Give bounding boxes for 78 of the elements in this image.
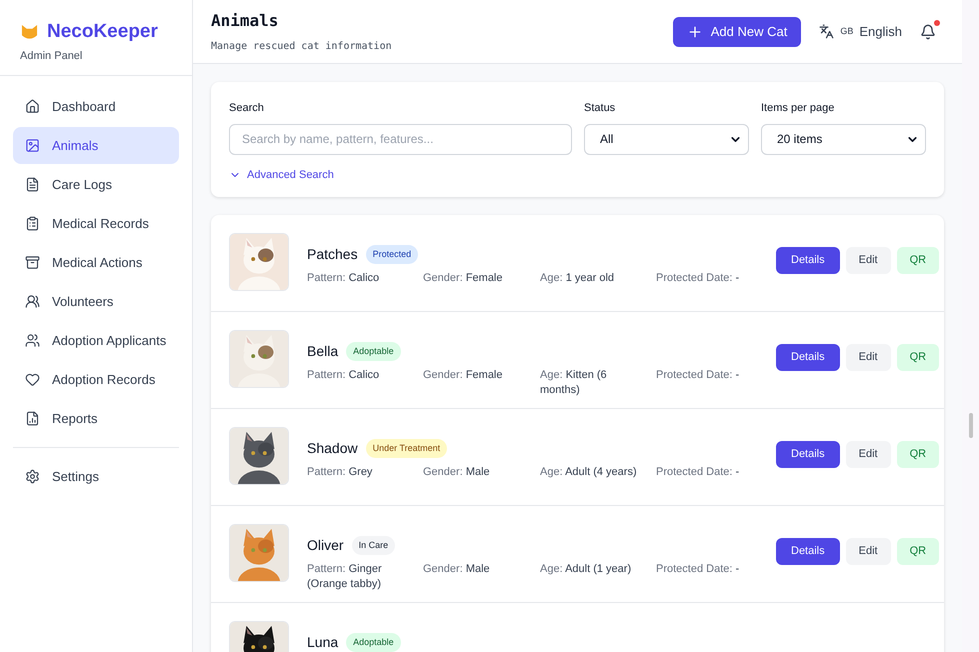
plus-icon — [686, 24, 703, 40]
select-field[interactable]: 20 items — [761, 124, 926, 154]
field-value: Pattern: Grey — [307, 466, 372, 478]
sidebar-item[interactable]: Adoption Applicants — [13, 322, 179, 359]
qr-button[interactable]: QR — [896, 247, 940, 274]
sidebar-item[interactable]: Volunteers — [13, 283, 179, 320]
home-icon — [25, 99, 40, 114]
image-icon — [25, 138, 40, 153]
sidebar-item[interactable]: Dashboard — [13, 88, 179, 125]
chart-file-icon — [25, 411, 40, 426]
sidebar-item[interactable]: Adoption Records — [13, 361, 179, 398]
sidebar-item[interactable]: Reports — [13, 400, 179, 437]
field-value: Gender: Female — [423, 272, 502, 284]
sidebar-item[interactable]: Medical Records — [13, 205, 179, 242]
field-label: Items per page — [761, 101, 836, 116]
select-field[interactable]: All — [584, 124, 749, 154]
field-value: Protected Date: - — [656, 369, 740, 381]
document-icon — [25, 177, 40, 192]
brand-name: NecoKeeper — [47, 20, 158, 44]
details-button[interactable]: Details — [776, 538, 840, 565]
brand-subtitle: Admin Panel — [20, 48, 84, 64]
edit-button[interactable]: Edit — [846, 344, 891, 371]
qr-button[interactable]: QR — [896, 538, 940, 565]
heart-icon — [25, 372, 40, 387]
clipboard-icon — [25, 216, 40, 231]
sidebar-item[interactable]: Animals — [13, 127, 179, 164]
page-subtitle: Manage rescued cat information — [211, 40, 392, 54]
field-value: Pattern: Ginger (Orange tabby) — [307, 563, 382, 590]
cat-name: Bella — [307, 342, 338, 361]
edit-button[interactable]: Edit — [846, 538, 891, 565]
cat-icon — [20, 24, 39, 41]
field-value: Protected Date: - — [656, 272, 740, 284]
field-value: Age: Adult (4 years) — [540, 466, 637, 478]
details-button[interactable]: Details — [776, 441, 840, 468]
cat-name: Shadow — [307, 439, 358, 458]
language-label: English — [859, 22, 902, 41]
flag-code: GB — [840, 24, 854, 38]
field-value: Protected Date: - — [656, 563, 740, 575]
field-value: Age: Adult (1 year) — [540, 563, 632, 575]
archive-icon — [25, 255, 40, 270]
details-button[interactable]: Details — [776, 344, 840, 371]
sidebar-item[interactable]: Medical Actions — [13, 244, 179, 281]
field-value: Age: Kitten (6 months) — [540, 369, 607, 396]
people-icon — [25, 294, 40, 309]
field-value: Gender: Female — [423, 369, 502, 381]
status-badge: Adoptable — [346, 632, 401, 652]
edit-button[interactable]: Edit — [846, 247, 891, 274]
cat-name: Luna — [307, 633, 338, 652]
field-value: Gender: Male — [423, 563, 490, 575]
group-icon — [25, 333, 40, 348]
details-button[interactable]: Details — [776, 247, 840, 274]
qr-button[interactable]: QR — [896, 441, 940, 468]
scrollbar-thumb[interactable] — [968, 413, 972, 438]
qr-button[interactable]: QR — [896, 344, 940, 371]
cat-name: Oliver — [307, 536, 344, 555]
edit-button[interactable]: Edit — [846, 441, 891, 468]
status-badge: Under Treatment — [366, 438, 448, 458]
settings-icon — [25, 469, 40, 484]
sidebar-item[interactable]: Care Logs — [13, 166, 179, 203]
add-cat-button[interactable]: Add New Cat — [672, 16, 802, 46]
field-value: Gender: Male — [423, 466, 490, 478]
status-badge: In Care — [352, 536, 396, 556]
field-value: Protected Date: - — [656, 466, 740, 478]
bell-icon — [920, 24, 936, 40]
language-button[interactable]: GB English — [819, 22, 902, 42]
field-value: Pattern: Calico — [307, 369, 380, 381]
field-value: Pattern: Calico — [307, 272, 380, 284]
field-label: Search — [229, 101, 265, 116]
cat-name: Patches — [307, 245, 358, 264]
advanced-search-link[interactable]: Advanced Search — [229, 166, 334, 183]
field-value: Age: 1 year old — [540, 272, 614, 284]
translate-icon — [819, 24, 834, 39]
status-badge: Protected — [366, 244, 418, 264]
search-field[interactable]: Search by name, pattern, features... — [229, 124, 572, 154]
status-badge: Adoptable — [346, 342, 401, 362]
field-label: Status — [584, 101, 616, 116]
sidebar-item[interactable]: Settings — [13, 458, 179, 495]
page-title: Animals — [211, 10, 280, 32]
